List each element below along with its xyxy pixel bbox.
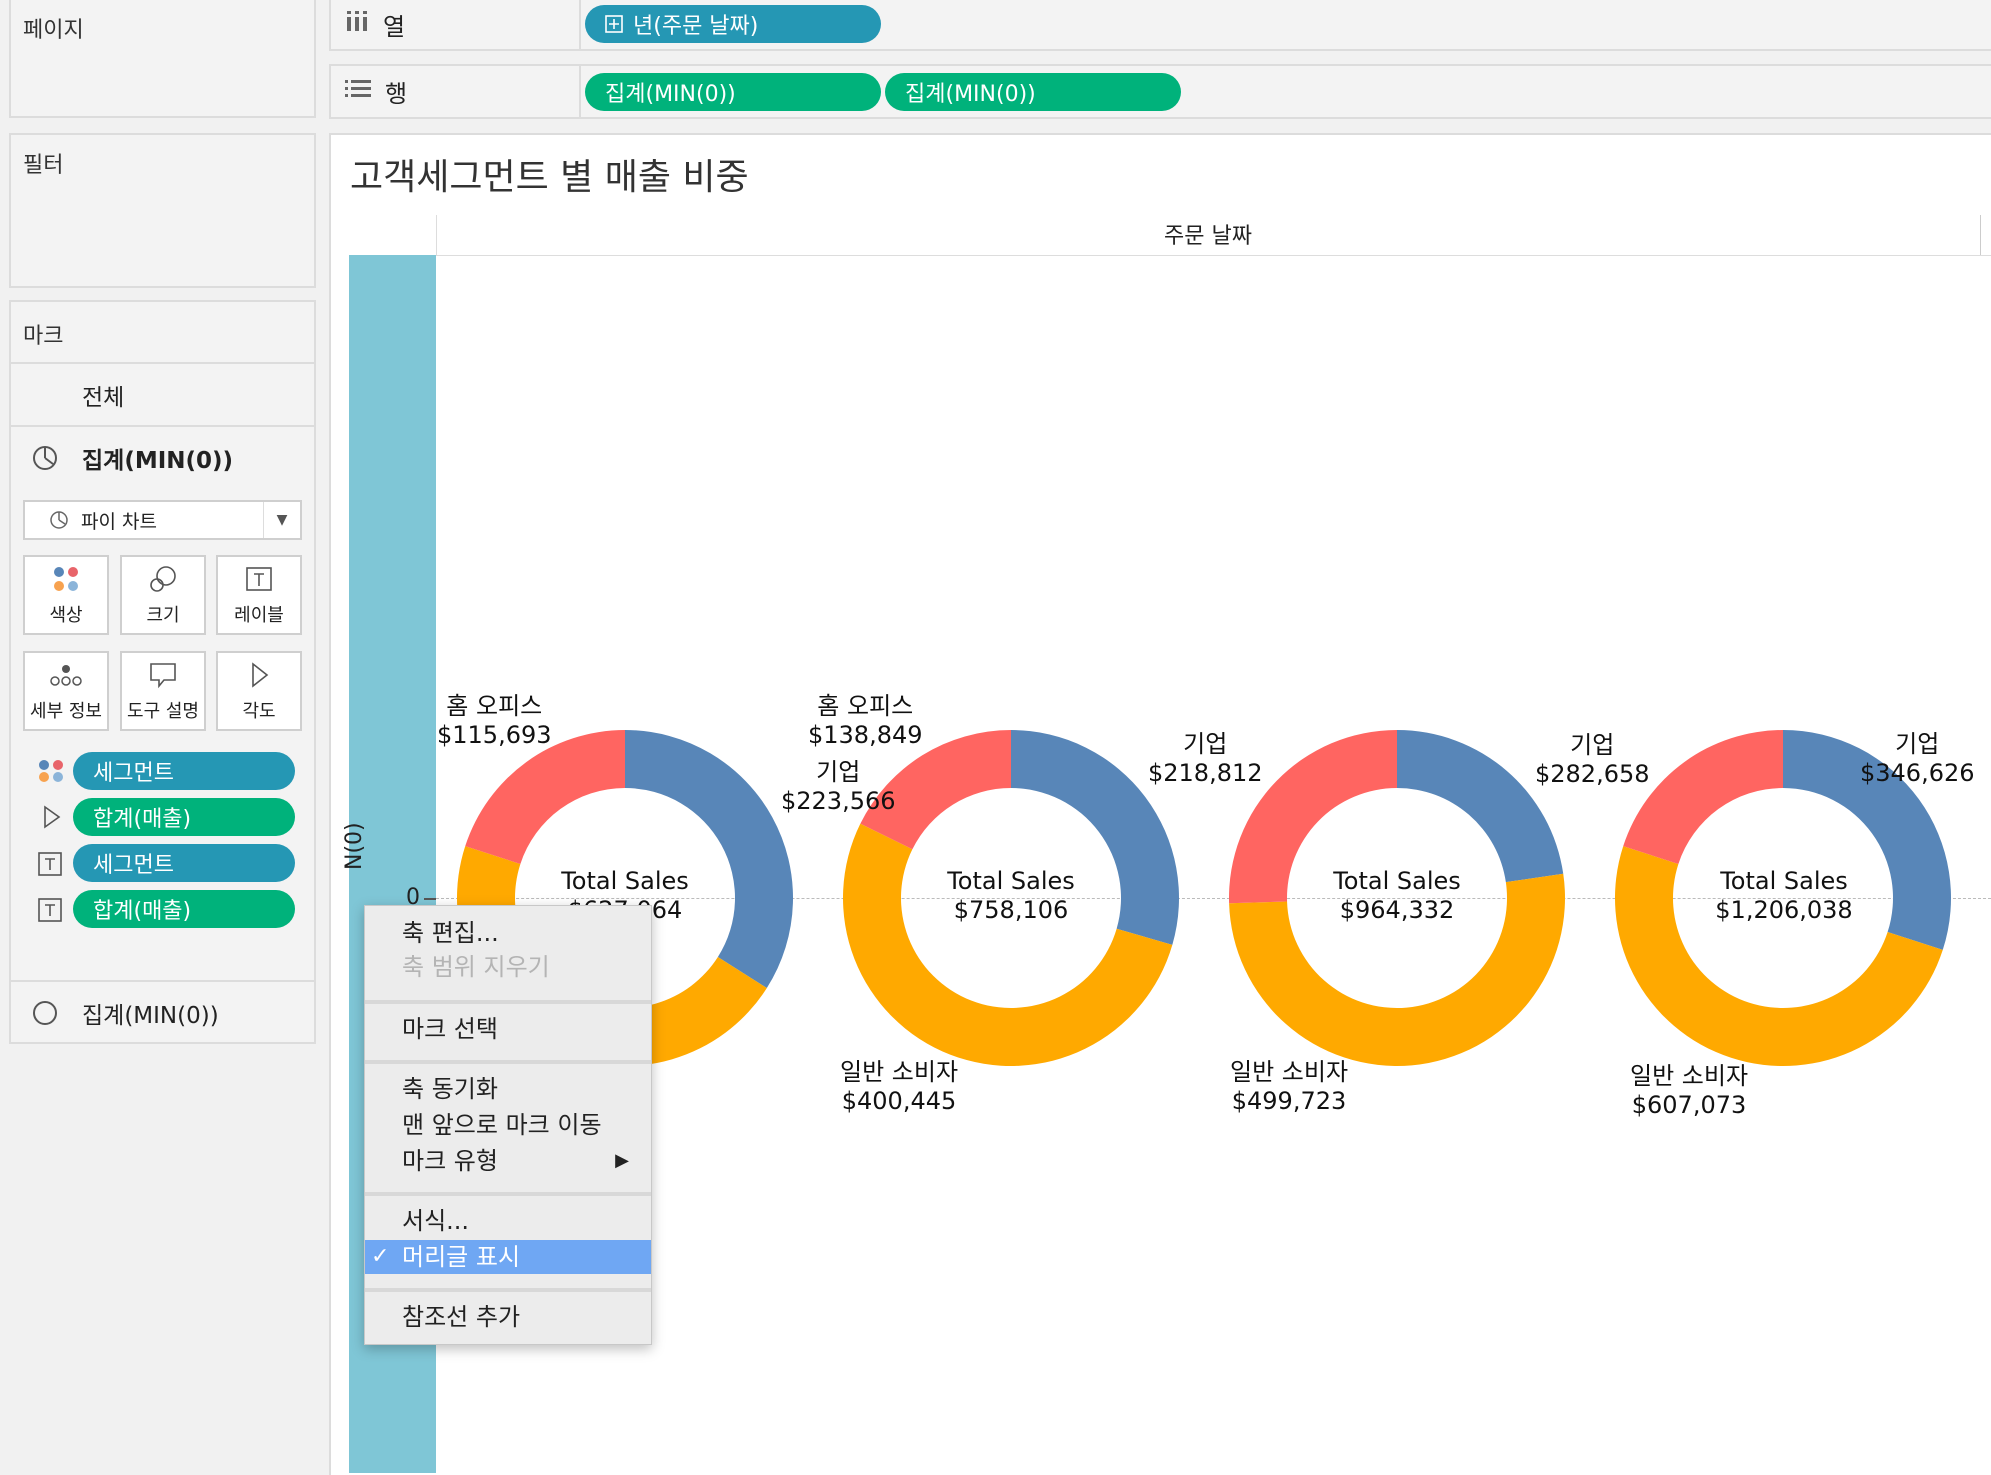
menu-separator xyxy=(365,1192,651,1196)
menu-show-header-label: 머리글 표시 xyxy=(402,1243,521,1271)
consumer-name: 일반 소비자 xyxy=(1630,1062,1749,1090)
consumer-name: 일반 소비자 xyxy=(1230,1058,1349,1086)
donut3-center-label: Total Sales $964,332 xyxy=(1297,867,1497,925)
consumer-name: 일반 소비자 xyxy=(840,1058,959,1086)
donut4-center-label: Total Sales $1,206,038 xyxy=(1684,867,1884,925)
donut2-home-label: 홈 오피스 $138,849 xyxy=(808,692,923,750)
menu-mark-type-label: 마크 유형 xyxy=(402,1147,498,1175)
home-office-value: $115,693 xyxy=(437,721,552,749)
menu-mark-type[interactable]: 마크 유형 ▶ xyxy=(365,1144,651,1178)
home-office-name: 홈 오피스 xyxy=(817,692,914,720)
center-title: Total Sales xyxy=(1333,867,1461,895)
corporate-value: $346,626 xyxy=(1860,759,1975,787)
corporate-name: 기업 xyxy=(1183,730,1228,758)
corporate-value: $282,658 xyxy=(1535,760,1650,788)
corporate-name: 기업 xyxy=(1570,731,1615,759)
context-menu: 축 편집... 축 범위 지우기 마크 선택 축 동기화 맨 앞으로 마크 이동… xyxy=(364,905,652,1345)
donut1-home-label: 홈 오피스 $115,693 xyxy=(437,692,552,750)
donut4-corp-label: 기업 $282,658 xyxy=(1535,731,1650,789)
consumer-value: $499,723 xyxy=(1231,1087,1347,1115)
center-title: Total Sales xyxy=(947,867,1075,895)
donut2-corp-label: 기업 $223,566 xyxy=(781,758,896,816)
corporate-name: 기업 xyxy=(816,758,861,786)
donut-chart xyxy=(457,730,1951,1067)
home-office-value: $138,849 xyxy=(808,721,923,749)
corporate-name: 기업 xyxy=(1895,730,1940,758)
menu-clear-axis-range: 축 범위 지우기 xyxy=(402,953,550,981)
menu-separator xyxy=(365,1000,651,1004)
menu-move-marks-front[interactable]: 맨 앞으로 마크 이동 xyxy=(365,1108,651,1142)
extra-corp-label: 기업 $346,626 xyxy=(1860,730,1975,788)
center-total: $1,206,038 xyxy=(1715,896,1853,924)
checkmark-icon: ✓ xyxy=(371,1244,390,1269)
menu-show-header[interactable]: ✓ 머리글 표시 xyxy=(365,1240,651,1274)
donut1-home-office-slice[interactable] xyxy=(465,730,625,865)
corporate-value: $223,566 xyxy=(781,787,896,815)
menu-synchronize-axis[interactable]: 축 동기화 xyxy=(365,1072,651,1106)
menu-format[interactable]: 서식... xyxy=(365,1204,651,1238)
menu-separator xyxy=(365,1288,651,1292)
donut4-consumer-label: 일반 소비자 $607,073 xyxy=(1630,1062,1748,1120)
submenu-arrow-icon: ▶ xyxy=(615,1150,629,1171)
home-office-name: 홈 오피스 xyxy=(446,692,543,720)
donut3-consumer-label: 일반 소비자 $499,723 xyxy=(1230,1058,1348,1116)
center-total: $758,106 xyxy=(953,896,1069,924)
menu-edit-axis[interactable]: 축 편집... xyxy=(365,916,651,950)
donut2-consumer-label: 일반 소비자 $400,445 xyxy=(840,1058,958,1116)
center-title: Total Sales xyxy=(561,867,689,895)
center-title: Total Sales xyxy=(1720,867,1848,895)
menu-add-reference-line[interactable]: 참조선 추가 xyxy=(365,1300,651,1334)
menu-separator xyxy=(365,1060,651,1064)
consumer-value: $400,445 xyxy=(841,1087,957,1115)
donut2-center-label: Total Sales $758,106 xyxy=(911,867,1111,925)
corporate-value: $218,812 xyxy=(1148,759,1263,787)
donut3-corp-label: 기업 $218,812 xyxy=(1148,730,1263,788)
center-total: $964,332 xyxy=(1339,896,1455,924)
menu-select-marks[interactable]: 마크 선택 xyxy=(365,1012,651,1046)
consumer-value: $607,073 xyxy=(1631,1091,1747,1119)
